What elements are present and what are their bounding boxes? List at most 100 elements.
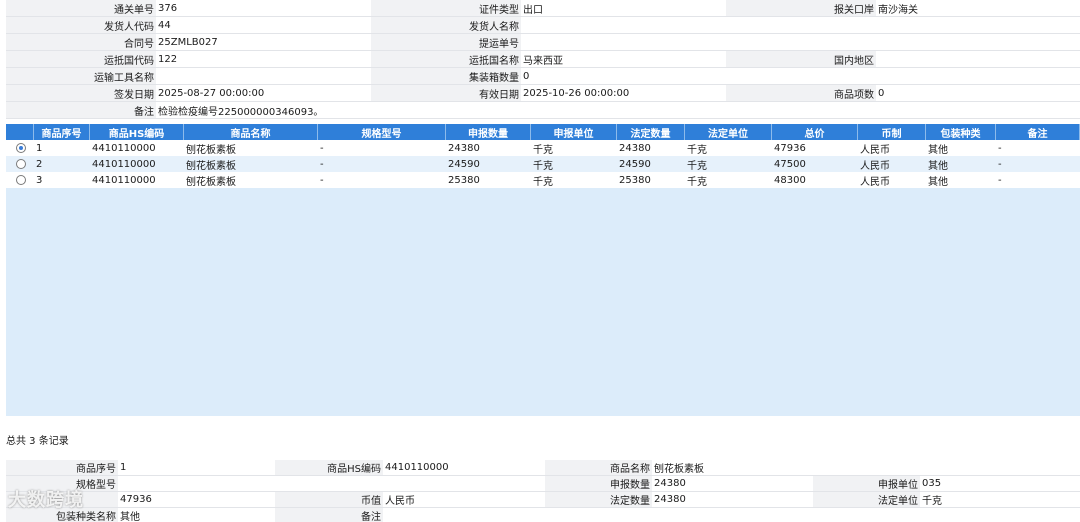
container-count-label: 集装箱数量 <box>371 68 521 84</box>
contract-no-value: 25ZMLB027 <box>156 34 371 50</box>
cell-decl-qty: 24590 <box>448 158 480 170</box>
legal-qty-label: 法定数量 <box>545 492 652 507</box>
item-count-value: 0 <box>876 85 1080 101</box>
cert-type-value: 出口 <box>521 0 726 16</box>
legal-unit-label: 法定单位 <box>813 492 920 507</box>
column-header[interactable]: 申报数量 <box>446 124 531 140</box>
cell-pack: 其他 <box>928 160 948 172</box>
container-count-value: 0 <box>521 68 726 84</box>
detail-row-4: 包装种类名称 其他 备注 <box>6 508 1080 522</box>
remark-field[interactable] <box>383 508 1080 522</box>
column-header[interactable]: 备注 <box>996 124 1080 140</box>
cell-hs: 4410110000 <box>92 142 156 154</box>
column-header[interactable]: 币制 <box>858 124 926 140</box>
radio-selected-icon[interactable] <box>16 143 26 153</box>
currency-field[interactable]: 人民币 <box>383 492 545 507</box>
domestic-region-label: 国内地区 <box>726 51 876 67</box>
detail-row-1: 商品序号 1 商品HS编码 4410110000 商品名称 刨花板素板 <box>6 460 1080 476</box>
radio-icon[interactable] <box>16 159 26 169</box>
hs-label: 商品HS编码 <box>275 460 383 475</box>
cell-spec: - <box>320 158 324 170</box>
spec-field[interactable] <box>118 476 545 491</box>
cell-name: 刨花板素板 <box>186 144 236 156</box>
column-header[interactable]: 总价 <box>772 124 858 140</box>
cell-hs: 4410110000 <box>92 174 156 186</box>
column-header[interactable]: 商品名称 <box>184 124 318 140</box>
name-field[interactable]: 刨花板素板 <box>652 460 1080 475</box>
column-header[interactable]: 商品HS编码 <box>90 124 184 140</box>
empty-label <box>726 17 876 33</box>
seq-label: 商品序号 <box>6 460 118 475</box>
note-label: 备注 <box>6 102 156 118</box>
cell-spec: - <box>320 142 324 154</box>
row-radio[interactable] <box>6 156 34 172</box>
item-count-label: 商品项数 <box>726 85 876 101</box>
cell-remark: - <box>998 142 1002 154</box>
cell-decl-unit: 千克 <box>533 144 553 156</box>
grid-header: 商品序号 商品HS编码 商品名称 规格型号 申报数量 申报单位 法定数量 法定单… <box>6 124 1080 140</box>
radio-icon[interactable] <box>16 175 26 185</box>
legal-unit-field[interactable]: 千克 <box>920 492 1080 507</box>
port-label: 报关口岸 <box>726 0 876 16</box>
clearance-no-value: 376 <box>156 0 371 16</box>
decl-unit-label: 申报单位 <box>813 476 920 491</box>
pack-field[interactable]: 其他 <box>118 508 275 522</box>
info-row-2: 发货人代码 44 发货人名称 <box>6 17 1080 34</box>
shipper-code-label: 发货人代码 <box>6 17 156 33</box>
goods-grid: 商品序号 商品HS编码 商品名称 规格型号 申报数量 申报单位 法定数量 法定单… <box>6 124 1080 416</box>
legal-qty-field[interactable]: 24380 <box>652 492 813 507</box>
column-header[interactable]: 法定单位 <box>685 124 772 140</box>
cell-seq: 2 <box>36 158 43 170</box>
transport-name-value <box>156 68 371 84</box>
remark-label: 备注 <box>275 508 383 522</box>
row-radio[interactable] <box>6 140 34 156</box>
cell-name: 刨花板素板 <box>186 176 236 188</box>
decl-qty-field[interactable]: 24380 <box>652 476 813 491</box>
column-header[interactable]: 规格型号 <box>318 124 446 140</box>
issue-date-value: 2025-08-27 00:00:00 <box>156 85 371 101</box>
cell-legal-qty: 24380 <box>619 142 651 154</box>
table-row[interactable]: 3 4410110000 刨花板素板 - 25380 千克 25380 千克 4… <box>6 172 1080 188</box>
issue-date-label: 签发日期 <box>6 85 156 101</box>
currency-label: 币值 <box>275 492 383 507</box>
cell-legal-qty: 24590 <box>619 158 651 170</box>
cell-seq: 1 <box>36 142 43 154</box>
table-row[interactable]: 2 4410110000 刨花板素板 - 24590 千克 24590 千克 4… <box>6 156 1080 172</box>
cell-decl-unit: 千克 <box>533 160 553 172</box>
cell-hs: 4410110000 <box>92 158 156 170</box>
cell-spec: - <box>320 174 324 186</box>
cell-decl-unit: 千克 <box>533 176 553 188</box>
transport-name-label: 运输工具名称 <box>6 68 156 84</box>
cell-currency: 人民币 <box>860 160 890 172</box>
cell-decl-qty: 24380 <box>448 142 480 154</box>
info-row-4: 运抵国代码 122 运抵国名称 马来西亚 国内地区 <box>6 51 1080 68</box>
record-count: 总共 3 条记录 <box>6 436 69 447</box>
watermark-logo: 大数跨境 <box>8 490 84 511</box>
shipper-name-value <box>521 17 726 33</box>
column-header[interactable]: 商品序号 <box>34 124 90 140</box>
table-row[interactable]: 1 4410110000 刨花板素板 - 24380 千克 24380 千克 4… <box>6 140 1080 156</box>
info-row-5: 运输工具名称 集装箱数量 0 <box>6 68 1080 85</box>
empty-value <box>876 68 1080 84</box>
price-field[interactable]: 47936 <box>118 492 275 507</box>
name-label: 商品名称 <box>545 460 652 475</box>
cell-currency: 人民币 <box>860 144 890 156</box>
contract-no-label: 合同号 <box>6 34 156 50</box>
shipper-name-label: 发货人名称 <box>371 17 521 33</box>
cell-currency: 人民币 <box>860 176 890 188</box>
hs-field[interactable]: 4410110000 <box>383 460 545 475</box>
empty-value <box>876 17 1080 33</box>
empty-label <box>726 34 876 50</box>
info-row-1: 通关单号 376 证件类型 出口 报关口岸 南沙海关 <box>6 0 1080 17</box>
info-row-6: 签发日期 2025-08-27 00:00:00 有效日期 2025-10-26… <box>6 85 1080 102</box>
row-radio[interactable] <box>6 172 34 188</box>
radio-column-header <box>6 124 34 140</box>
column-header[interactable]: 法定数量 <box>617 124 685 140</box>
clearance-no-label: 通关单号 <box>6 0 156 16</box>
column-header[interactable]: 包装种类 <box>926 124 996 140</box>
cell-total: 48300 <box>774 174 806 186</box>
seq-field[interactable]: 1 <box>118 460 275 475</box>
column-header[interactable]: 申报单位 <box>531 124 617 140</box>
shipper-code-value: 44 <box>156 17 371 33</box>
decl-unit-field[interactable]: 035 <box>920 476 1080 491</box>
